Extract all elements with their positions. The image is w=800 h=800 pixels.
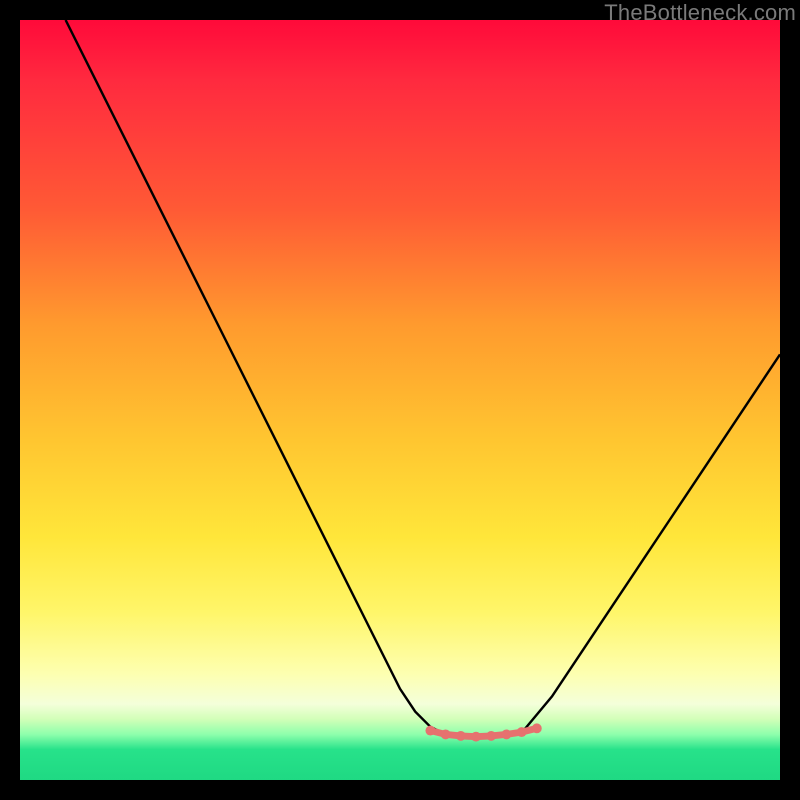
valley-marker-dot	[456, 731, 466, 741]
valley-marker-dot	[471, 732, 481, 742]
bottleneck-curve-svg	[20, 20, 780, 780]
valley-marker-group	[425, 723, 541, 741]
bottleneck-curve-right	[522, 354, 780, 732]
watermark-label: TheBottleneck.com	[604, 0, 796, 26]
valley-marker-dot	[425, 726, 435, 736]
curve-group	[66, 20, 780, 737]
valley-marker-dot	[486, 731, 496, 741]
valley-marker-dot	[441, 729, 451, 739]
valley-marker-dot	[517, 727, 527, 737]
valley-marker-dot	[532, 723, 542, 733]
valley-marker-dot	[501, 729, 511, 739]
bottleneck-curve-left	[66, 20, 446, 734]
chart-frame: TheBottleneck.com	[0, 0, 800, 800]
plot-area	[20, 20, 780, 780]
